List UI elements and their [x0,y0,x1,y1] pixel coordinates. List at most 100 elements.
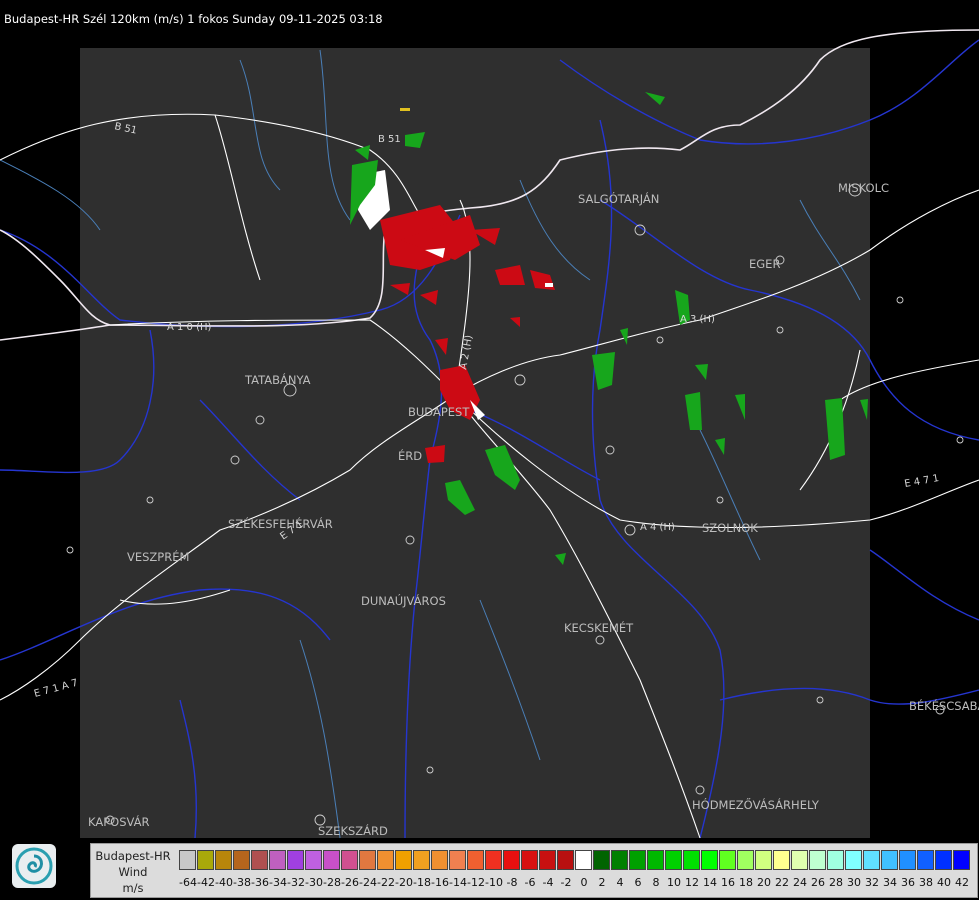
legend-swatch [611,850,628,870]
legend-swatch [377,850,394,870]
city-label: SZEKSZÁRD [318,823,388,838]
legend-tick-label: -8 [506,876,518,889]
legend-tick-label: 2 [598,876,606,889]
legend-tick-label: -2 [560,876,572,889]
legend-swatch [629,850,646,870]
legend-swatch [953,850,970,870]
legend-tick-label: -64 [179,876,197,889]
legend-tick-label: 18 [739,876,753,889]
legend-swatch [683,850,700,870]
legend-swatch [359,850,376,870]
legend-tick-label: 14 [703,876,717,889]
legend-swatch [449,850,466,870]
city-label: EGER [749,257,780,271]
legend-swatch [863,850,880,870]
legend-unit: m/s [122,881,144,895]
road-label: A 4 (H) [640,522,675,533]
legend-tick-label: -16 [431,876,449,889]
road-label: E 4 7 1 [904,473,940,490]
city-label: SZÉKESFEHÉRVÁR [228,516,333,531]
map-title: Budapest-HR Szél 120km (m/s) 1 fokos Sun… [4,12,383,26]
legend-tick-label: -20 [395,876,413,889]
legend-swatch [341,850,358,870]
legend-swatch [791,850,808,870]
legend-swatch [809,850,826,870]
legend-tick-label: -38 [233,876,251,889]
legend-swatch [179,850,196,870]
legend-tick-label: 0 [580,876,588,889]
radar-map: SALGÓTARJÁN MISKOLC EGER TATABÁNYA BUDAP… [0,29,979,839]
legend-swatch [935,850,952,870]
road-label: E 7 1 A 7 [33,678,79,700]
legend-swatch [233,850,250,870]
legend-tick-labels: -64 -42 -40 -38 -36 -34 -32 -30 -28 -26 -24 -22 -20-… [179,876,979,892]
legend-swatch [917,850,934,870]
legend-tick-label: -12 [467,876,485,889]
legend-tick-label: -24 [359,876,377,889]
city-label: BÉKÉSCSABA [909,698,979,713]
legend-swatch [467,850,484,870]
radar-coverage-area [80,48,870,838]
legend-swatch [719,850,736,870]
legend-swatch [665,850,682,870]
city-label: DUNAÚJVÁROS [361,593,446,608]
legend-swatch [701,850,718,870]
radar-echoes-yellow [400,108,410,111]
city-label: KECSKEMÉT [564,620,634,635]
city-label: SZOLNOK [702,521,758,535]
legend-tick-label: 16 [721,876,735,889]
legend-swatch [593,850,610,870]
city-label: ÉRD [398,448,422,463]
legend-swatch [395,850,412,870]
legend-tick-label: 28 [829,876,843,889]
legend-tick-label: 6 [634,876,642,889]
city-label: KAPOSVÁR [88,814,149,829]
legend-tick-label: 34 [883,876,897,889]
legend-tick-label: -18 [413,876,431,889]
legend-swatch [755,850,772,870]
legend-tick-label: 20 [757,876,771,889]
legend-tick-label: 4 [616,876,624,889]
city-label: MISKOLC [838,181,889,195]
legend-tick-label: 8 [652,876,660,889]
legend-title: Budapest-HR Wind m/s [91,848,175,896]
legend-tick-label: 30 [847,876,861,889]
city-label: TATABÁNYA [244,372,311,387]
city-label: VESZPRÉM [127,549,189,564]
road-label: A 3 (H) [680,314,715,325]
legend-quantity: Wind [118,865,148,879]
legend-swatch [827,850,844,870]
road-label: A 1 0 (H) [167,322,212,333]
legend-tick-label: -6 [524,876,536,889]
legend-swatch [737,850,754,870]
legend-swatch [323,850,340,870]
legend-swatch [269,850,286,870]
legend-swatch [881,850,898,870]
legend-swatch [773,850,790,870]
legend-tick-label: 42 [955,876,969,889]
legend-tick-label: 26 [811,876,825,889]
legend-swatch [287,850,304,870]
legend-swatch [845,850,862,870]
legend-tick-label: 38 [919,876,933,889]
wind-legend: Budapest-HR Wind m/s -64 -42 -40 -38 -36 -34-… [90,843,978,898]
legend-radar-name: Budapest-HR [95,849,171,863]
legend-swatch [431,850,448,870]
legend-tick-label: -32 [287,876,305,889]
legend-tick-label: -42 [197,876,215,889]
legend-color-scale [179,850,971,870]
legend-tick-label: -4 [542,876,554,889]
legend-tick-label: 32 [865,876,879,889]
legend-tick-label: -10 [485,876,503,889]
legend-tick-label: -14 [449,876,467,889]
city-label: HÓDMEZŐVÁSÁRHELY [692,797,820,812]
legend-tick-label: 22 [775,876,789,889]
legend-swatch [575,850,592,870]
legend-swatch [521,850,538,870]
road-label: B 51 [378,134,401,145]
legend-swatch [413,850,430,870]
legend-swatch [647,850,664,870]
city-label: BUDAPEST [408,405,470,419]
legend-swatch [215,850,232,870]
service-logo [12,844,56,888]
